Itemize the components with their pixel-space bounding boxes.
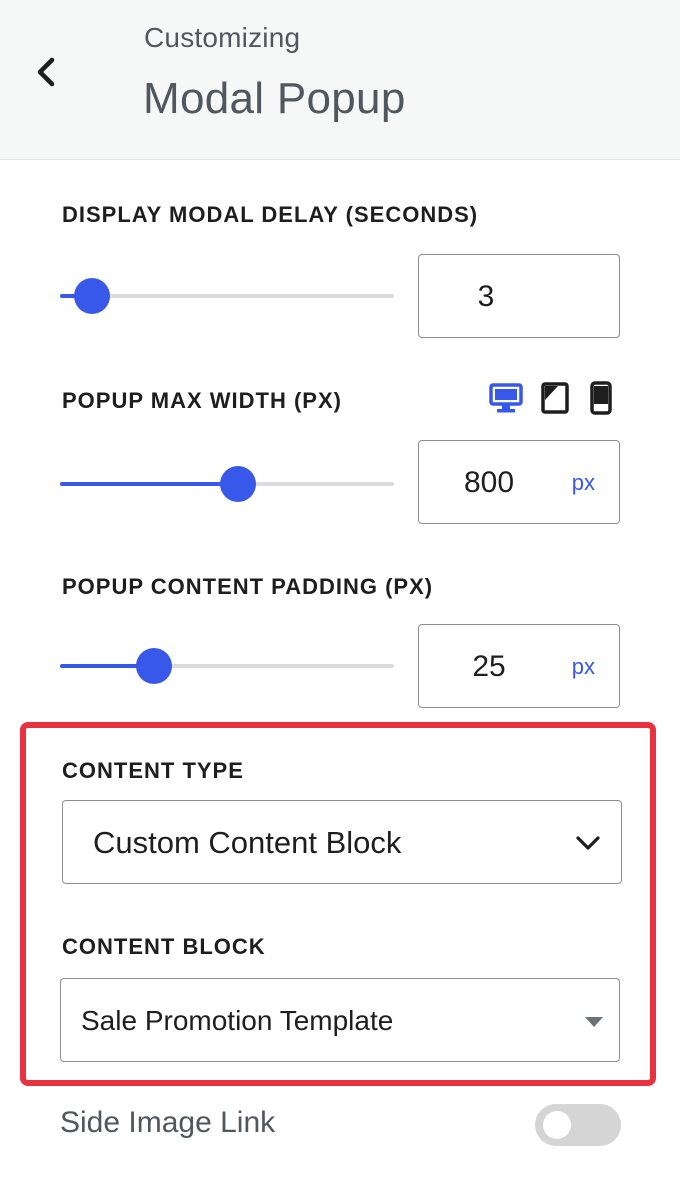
caret-down-icon: [585, 1017, 603, 1027]
content-type-select[interactable]: Custom Content Block: [62, 800, 622, 884]
desktop-icon[interactable]: [488, 380, 524, 421]
padding-value: 25: [472, 650, 506, 683]
tablet-icon[interactable]: [540, 380, 570, 421]
padding-slider[interactable]: [60, 646, 394, 686]
max-width-label: Popup Max Width (px): [62, 388, 342, 413]
max-width-value: 800: [463, 466, 515, 499]
customizer-header: Customizing Modal Popup: [0, 0, 680, 160]
header-kicker: Customizing: [144, 22, 301, 53]
padding-label: Popup Content Padding (px): [62, 574, 434, 599]
content-block-label: Content Block: [62, 934, 266, 959]
max-width-number-input[interactable]: 800 px: [418, 440, 620, 524]
padding-unit: px: [571, 654, 595, 679]
content-block-selected: Sale Promotion Template: [81, 1005, 394, 1036]
content-type-selected: Custom Content Block: [93, 825, 402, 860]
max-width-slider-thumb[interactable]: [220, 466, 256, 502]
side-image-link-label: Side Image Link: [60, 1106, 276, 1139]
max-width-slider-fill: [60, 482, 238, 486]
delay-slider-track: [60, 294, 394, 298]
back-button[interactable]: [22, 42, 72, 102]
mobile-icon[interactable]: [588, 380, 614, 421]
padding-number-input[interactable]: 25 px: [418, 624, 620, 708]
device-switcher: [488, 380, 618, 420]
toggle-knob: [543, 1111, 571, 1139]
delay-number-input[interactable]: 3: [418, 254, 620, 338]
chevron-left-icon: [37, 57, 55, 87]
delay-slider-thumb[interactable]: [74, 278, 110, 314]
chevron-down-icon: [576, 836, 600, 850]
page-title: Modal Popup: [143, 74, 406, 123]
delay-label: Display Modal Delay (seconds): [62, 202, 479, 227]
side-image-link-toggle[interactable]: [535, 1104, 621, 1146]
max-width-slider[interactable]: [60, 464, 394, 504]
max-width-unit: px: [571, 470, 595, 495]
padding-slider-thumb[interactable]: [136, 648, 172, 684]
delay-slider[interactable]: [60, 276, 394, 316]
delay-value: 3: [477, 280, 495, 313]
content-type-label: Content Type: [62, 758, 244, 783]
content-block-select[interactable]: Sale Promotion Template: [60, 978, 620, 1062]
